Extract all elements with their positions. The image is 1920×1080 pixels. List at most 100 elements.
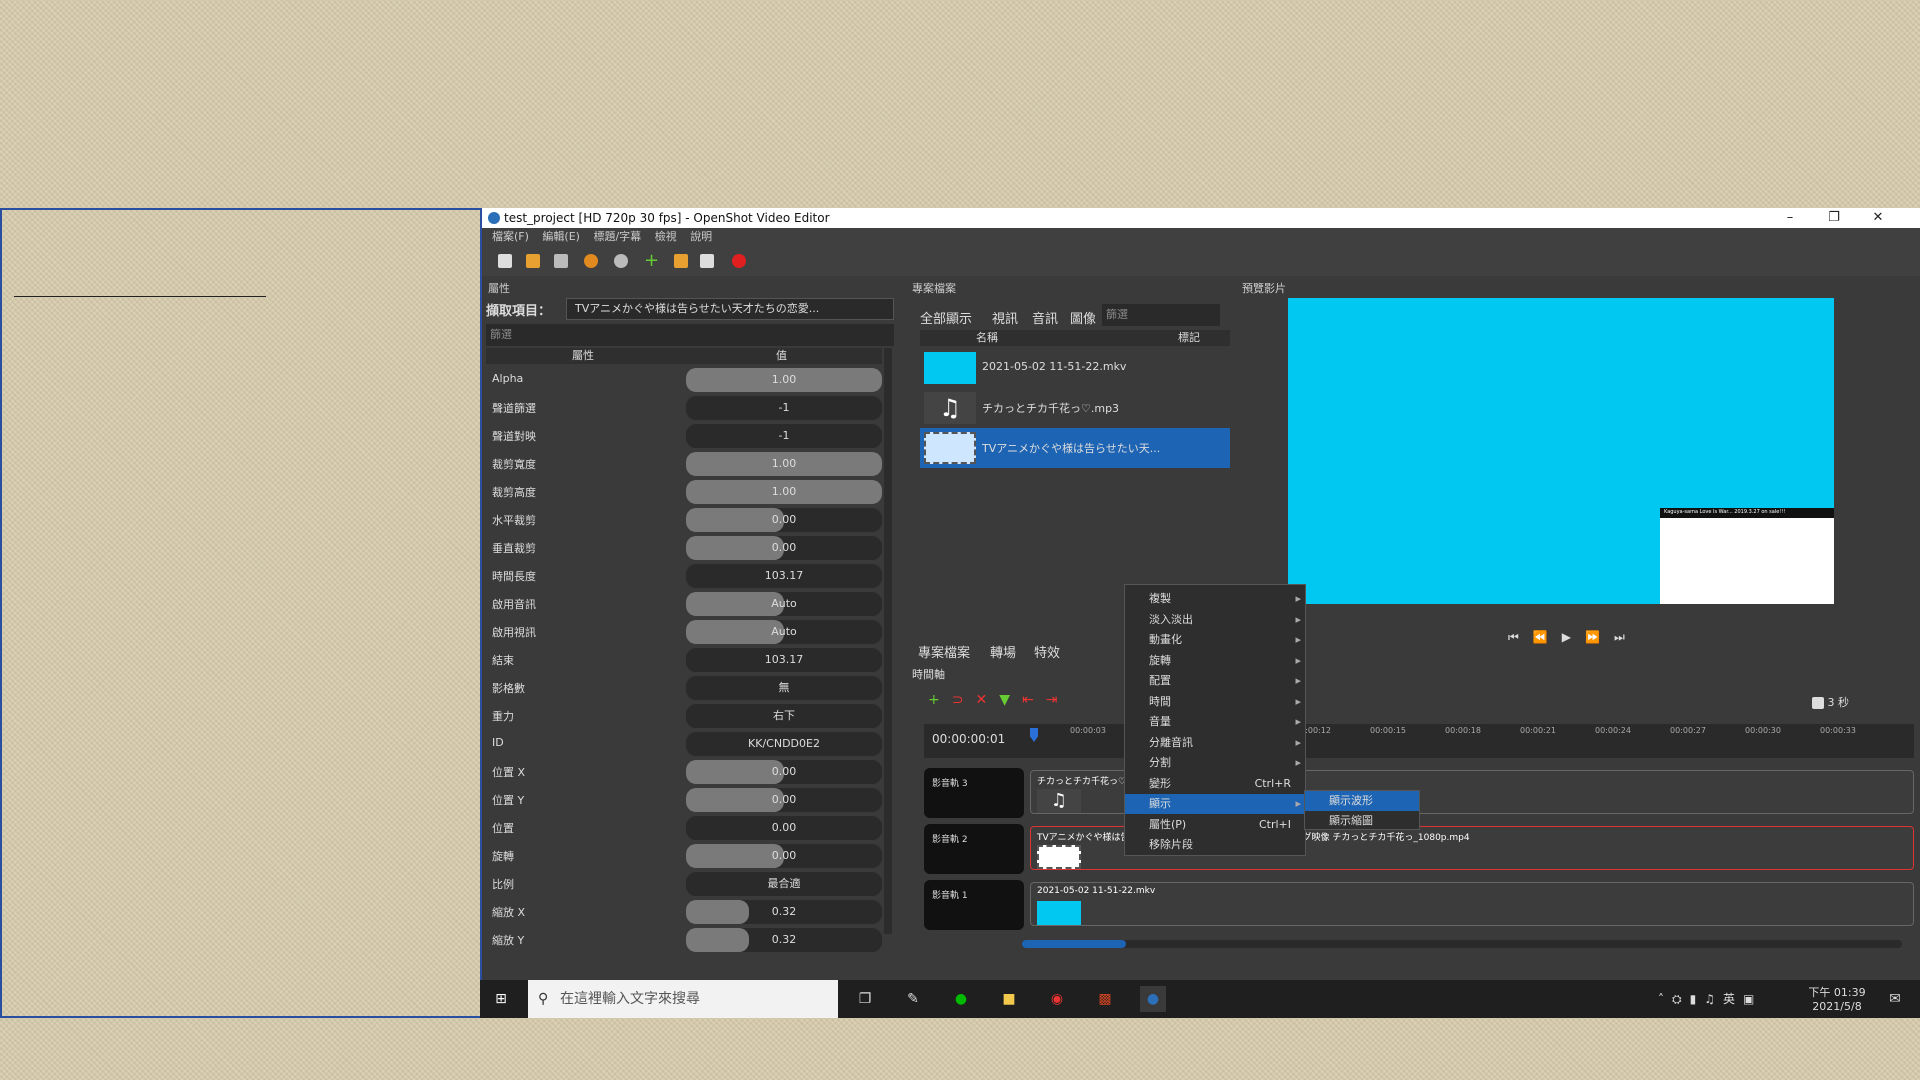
property-value[interactable]: 1.00 — [686, 368, 882, 392]
property-value[interactable]: -1 — [686, 424, 882, 448]
tab-show-all[interactable]: 全部顯示 — [920, 308, 972, 327]
ime-mode-icon[interactable]: ▣ — [1743, 992, 1762, 1006]
selector-dropdown[interactable]: TVアニメかぐや様は告らせたい天才たちの恋愛... — [566, 298, 894, 320]
undo-icon[interactable] — [584, 254, 598, 268]
video-clip[interactable]: 2021-05-02 11-51-22.mkv — [1030, 882, 1914, 926]
fullscreen-icon[interactable] — [700, 254, 714, 268]
add-track-icon[interactable]: + — [928, 692, 952, 708]
property-value[interactable]: 0.00 — [686, 816, 882, 840]
context-item[interactable]: 動畫化 ▸ — [1125, 630, 1307, 650]
task-view-icon[interactable]: ❐ — [852, 986, 878, 1012]
context-item[interactable]: 音量 ▸ — [1125, 712, 1307, 732]
files-filter-input[interactable]: 篩選 — [1102, 304, 1220, 326]
context-item[interactable]: 屬性(P) Ctrl+I — [1125, 815, 1307, 835]
open-folder-icon[interactable] — [526, 254, 540, 268]
menu-title[interactable]: 標題/字幕 — [593, 228, 641, 246]
property-value[interactable]: 0.00 — [686, 508, 882, 532]
minimize-icon[interactable]: – — [1768, 208, 1812, 228]
property-value[interactable]: 無 — [686, 676, 882, 700]
properties-scrollbar[interactable] — [884, 348, 892, 934]
file-explorer-icon[interactable]: ■ — [996, 986, 1022, 1012]
jump-end-icon[interactable]: ⏭ — [1614, 630, 1639, 644]
context-item[interactable]: 時間 ▸ — [1125, 692, 1307, 712]
taskbar-search[interactable]: ⚲ 在這裡輸入文字來搜尋 — [528, 980, 838, 1018]
razor-icon[interactable]: ✕ — [975, 692, 999, 708]
openshot-taskbar-icon[interactable]: ● — [1140, 986, 1166, 1012]
property-value[interactable]: 1.00 — [686, 452, 882, 476]
menu-help[interactable]: 說明 — [690, 228, 712, 246]
property-value[interactable]: Auto — [686, 620, 882, 644]
chrome-icon[interactable]: ◉ — [1044, 986, 1070, 1012]
show-thumbnail-item[interactable]: 顯示縮圖 — [1305, 811, 1419, 831]
bottom-tab-transitions[interactable]: 轉場 — [990, 642, 1016, 661]
show-waveform-item[interactable]: 顯示波形 — [1305, 791, 1419, 811]
record-icon[interactable] — [732, 254, 746, 268]
zoom-slider-handle[interactable] — [1812, 697, 1824, 709]
property-value[interactable]: 0.00 — [686, 536, 882, 560]
context-item[interactable]: 移除片段 — [1125, 835, 1307, 855]
context-item[interactable]: 變形 Ctrl+R — [1125, 774, 1307, 794]
notification-icon[interactable]: ✉ — [1882, 986, 1908, 1012]
jump-start-icon[interactable]: ⏮ — [1508, 630, 1533, 644]
battery-icon[interactable]: ▮ — [1690, 992, 1705, 1006]
property-value[interactable]: 0.00 — [686, 844, 882, 868]
volume-icon[interactable]: ♫ — [1704, 992, 1723, 1006]
save-icon[interactable] — [554, 254, 568, 268]
bottom-tab-effects[interactable]: 特效 — [1034, 642, 1060, 661]
property-value[interactable]: Auto — [686, 592, 882, 616]
property-value[interactable]: 0.00 — [686, 788, 882, 812]
rewind-icon[interactable]: ⏪ — [1533, 630, 1562, 644]
property-value[interactable]: 103.17 — [686, 648, 882, 672]
redo-icon[interactable] — [614, 254, 628, 268]
menu-file[interactable]: 檔案(F) — [492, 228, 529, 246]
play-icon[interactable]: ▶ — [1562, 630, 1585, 644]
context-item[interactable]: 分離音訊 ▸ — [1125, 733, 1307, 753]
clock[interactable]: 下午 01:39 2021/5/8 — [1804, 984, 1870, 1013]
context-item[interactable]: 配置 ▸ — [1125, 671, 1307, 691]
powerpoint-icon[interactable]: ▩ — [1092, 986, 1118, 1012]
add-marker-icon[interactable]: ▼ — [999, 692, 1022, 708]
close-icon[interactable]: ✕ — [1856, 208, 1900, 228]
context-item[interactable]: 複製 ▸ — [1125, 589, 1307, 609]
property-value[interactable]: 0.32 — [686, 900, 882, 924]
file-item[interactable]: 2021-05-02 11-51-22.mkv — [920, 348, 1230, 388]
property-value[interactable]: -1 — [686, 396, 882, 420]
line-app-icon[interactable]: ● — [948, 986, 974, 1012]
menu-view[interactable]: 檢視 — [655, 228, 677, 246]
property-value[interactable]: 最合適 — [686, 872, 882, 896]
profile-icon[interactable] — [674, 254, 688, 268]
ime-lang[interactable]: 英 — [1723, 992, 1743, 1006]
tab-image[interactable]: 圖像 — [1070, 308, 1096, 327]
context-item[interactable]: 淡入淡出 ▸ — [1125, 610, 1307, 630]
add-file-icon[interactable]: + — [644, 252, 659, 270]
tab-video[interactable]: 視訊 — [992, 308, 1018, 327]
chevron-up-icon[interactable]: ˄ — [1658, 992, 1672, 1006]
context-item[interactable]: 顯示 ▸ — [1125, 794, 1307, 814]
fast-forward-icon[interactable]: ⏩ — [1585, 630, 1614, 644]
restore-icon[interactable]: ❐ — [1812, 208, 1856, 228]
network-icon[interactable]: ⛭ — [1672, 992, 1690, 1006]
file-item[interactable]: ♫ チカっとチカ千花っ♡.mp3 — [920, 388, 1230, 428]
windows-start-icon[interactable]: ⊞ — [488, 986, 514, 1012]
property-value[interactable]: 0.32 — [686, 928, 882, 952]
property-value[interactable]: 103.17 — [686, 564, 882, 588]
property-value[interactable]: KK/CNDD0E2 — [686, 732, 882, 756]
next-marker-icon[interactable]: ⇥ — [1046, 692, 1070, 708]
property-value[interactable]: 右下 — [686, 704, 882, 728]
app-pen-icon[interactable]: ✎ — [900, 986, 926, 1012]
timeline-ruler[interactable]: 00:00:00:01 00:00:0300:00:0600:00:0900:0… — [924, 724, 1914, 758]
new-file-icon[interactable] — [498, 254, 512, 268]
tab-audio[interactable]: 音訊 — [1032, 308, 1058, 327]
bottom-tab-files[interactable]: 專案檔案 — [918, 642, 970, 661]
properties-filter-input[interactable]: 篩選 — [486, 324, 894, 346]
property-value[interactable]: 1.00 — [686, 480, 882, 504]
property-value[interactable]: 0.00 — [686, 760, 882, 784]
context-item[interactable]: 分割 ▸ — [1125, 753, 1307, 773]
file-item-selected[interactable]: TVアニメかぐや様は告らせたい天... — [920, 428, 1230, 468]
context-item[interactable]: 旋轉 ▸ — [1125, 651, 1307, 671]
scrollbar-thumb[interactable] — [1022, 940, 1126, 948]
timeline-scrollbar[interactable] — [1022, 940, 1902, 948]
menu-edit[interactable]: 編輯(E) — [542, 228, 580, 246]
snap-icon[interactable]: ⊃ — [952, 692, 976, 708]
prev-marker-icon[interactable]: ⇤ — [1022, 692, 1046, 708]
